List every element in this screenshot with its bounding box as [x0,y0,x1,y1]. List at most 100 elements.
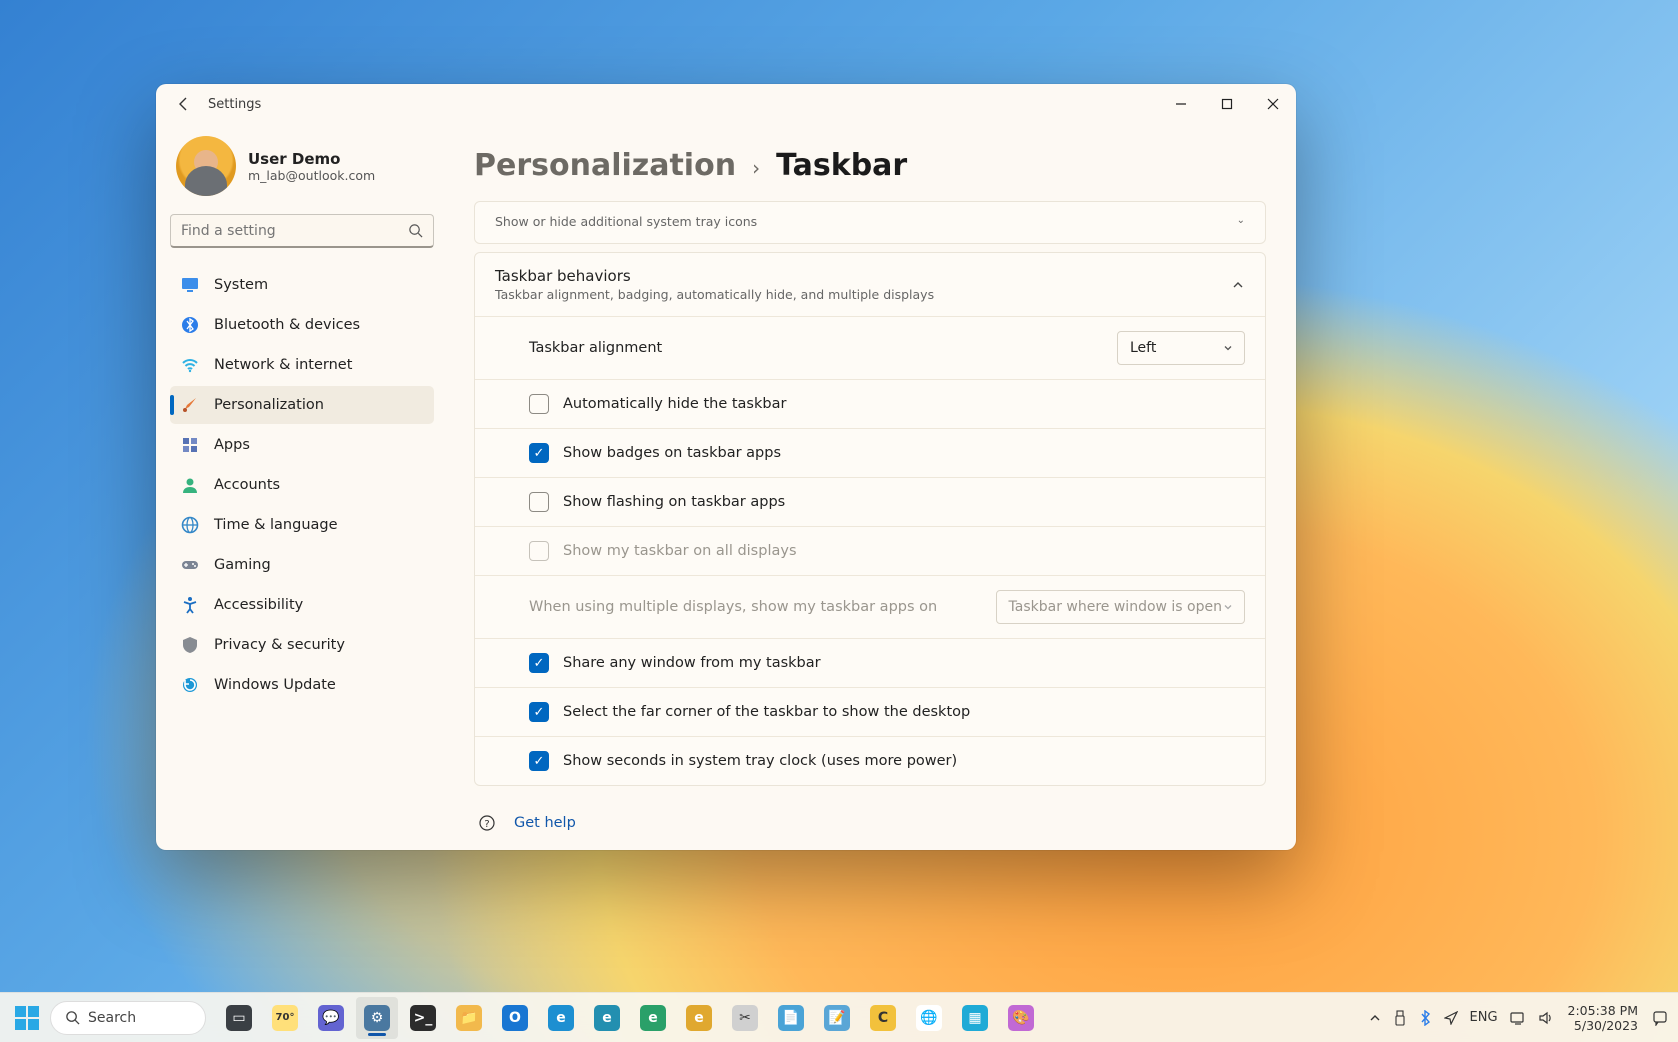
notepad-icon: 📝 [824,1005,850,1031]
outlook-icon: O [502,1005,528,1031]
flashing-label: Show flashing on taskbar apps [563,494,785,510]
gamepad-icon [180,555,200,575]
search-icon [408,223,423,238]
clock-time: 2:05:38 PM [1568,1003,1638,1018]
sidebar-item-label: Accounts [214,477,280,493]
taskbar-app-teams[interactable]: 💬 [310,997,352,1039]
edge-icon: e [548,1005,574,1031]
titlebar: Settings [156,84,1296,124]
system-tray-icons-card[interactable]: Show or hide additional system tray icon… [474,201,1266,244]
shield-icon [180,635,200,655]
account-email: m_lab@outlook.com [248,168,375,183]
breadcrumb-current: Taskbar [776,148,907,183]
account-block[interactable]: User Demo m_lab@outlook.com [170,124,434,214]
network-icon[interactable] [1510,1011,1526,1025]
seconds-checkbox[interactable] [529,751,549,771]
language-indicator[interactable]: ENG [1470,1010,1498,1025]
taskbar-app-edge-dev[interactable]: e [632,997,674,1039]
breadcrumb-parent[interactable]: Personalization [474,148,736,183]
taskbar-app-settings[interactable]: ⚙ [356,997,398,1039]
taskbar-app-edge-canary[interactable]: e [678,997,720,1039]
location-icon[interactable] [1444,1011,1458,1025]
chevron-down-icon [1222,342,1234,354]
taskbar-app-edge[interactable]: e [540,997,582,1039]
auto_hide-row: Automatically hide the taskbar [475,379,1265,428]
chrome-icon: 🌐 [916,1005,942,1031]
sidebar-item-personalization[interactable]: Personalization [170,386,434,424]
sidebar-item-label: Accessibility [214,597,303,613]
badges-row: Show badges on taskbar apps [475,428,1265,477]
apps-icon [180,435,200,455]
far_corner-checkbox[interactable] [529,702,549,722]
sidebar-item-label: Windows Update [214,677,336,693]
flashing-row: Show flashing on taskbar apps [475,477,1265,526]
multi-display-row: When using multiple displays, show my ta… [475,575,1265,638]
brush-icon [180,395,200,415]
flashing-checkbox[interactable] [529,492,549,512]
taskbar-app-paint[interactable]: 🎨 [1000,997,1042,1039]
chevron-right-icon: › [752,156,760,180]
taskbar-app-chrome-canary[interactable]: C [862,997,904,1039]
taskbar-app-outlook[interactable]: O [494,997,536,1039]
all_displays-checkbox [529,541,549,561]
sidebar-item-bluetooth[interactable]: Bluetooth & devices [170,306,434,344]
taskbar-app-task-view[interactable]: ▭ [218,997,260,1039]
tray-overflow[interactable] [1369,1012,1381,1024]
usb-icon[interactable] [1393,1010,1407,1026]
back-button[interactable] [170,90,198,118]
taskbar-app-chrome[interactable]: 🌐 [908,997,950,1039]
search-icon [65,1010,80,1025]
start-button[interactable] [10,1001,44,1035]
taskbar-app-notepad[interactable]: 📝 [816,997,858,1039]
settings-scroll[interactable]: Show or hide additional system tray icon… [474,201,1270,836]
bluetooth-icon[interactable] [1419,1010,1432,1026]
account-name: User Demo [248,150,375,168]
powertoys-icon: ▦ [962,1005,988,1031]
clock-date: 5/30/2023 [1568,1018,1638,1033]
window-title: Settings [208,97,261,112]
badges-label: Show badges on taskbar apps [563,445,781,461]
taskbar-search[interactable]: Search [50,1001,206,1035]
sidebar-item-accounts[interactable]: Accounts [170,466,434,504]
multi-display-label: When using multiple displays, show my ta… [529,599,937,615]
share_window-checkbox[interactable] [529,653,549,673]
taskbar-app-powertoys[interactable]: ▦ [954,997,996,1039]
auto_hide-checkbox[interactable] [529,394,549,414]
sidebar-item-time[interactable]: Time & language [170,506,434,544]
search-label: Search [88,1010,136,1026]
notifications-icon[interactable] [1652,1010,1668,1026]
card-header[interactable]: Taskbar behaviors Taskbar alignment, bad… [475,253,1265,316]
card-title: Taskbar behaviors [495,267,934,285]
wifi-icon [180,355,200,375]
taskbar-app-snipping[interactable]: ✂ [724,997,766,1039]
search-box[interactable] [170,214,434,248]
sidebar-item-update[interactable]: Windows Update [170,666,434,704]
taskbar-app-weather[interactable]: 70° [264,997,306,1039]
search-input[interactable] [181,223,408,239]
edge-canary-icon: e [686,1005,712,1031]
sidebar-item-accessibility[interactable]: Accessibility [170,586,434,624]
taskbar-app-edge-beta[interactable]: e [586,997,628,1039]
nav-list: SystemBluetooth & devicesNetwork & inter… [170,266,434,704]
sidebar-item-apps[interactable]: Apps [170,426,434,464]
taskbar-app-notes[interactable]: 📄 [770,997,812,1039]
taskbar-app-file-explorer[interactable]: 📁 [448,997,490,1039]
sidebar-item-system[interactable]: System [170,266,434,304]
dropdown-value: Taskbar where window is open [1009,599,1222,615]
alignment-dropdown[interactable]: Left [1117,331,1245,365]
taskbar-app-terminal[interactable]: >_ [402,997,444,1039]
maximize-button[interactable] [1204,84,1250,124]
chevron-up-icon [1231,278,1245,292]
sidebar-item-gaming[interactable]: Gaming [170,546,434,584]
sidebar-item-network[interactable]: Network & internet [170,346,434,384]
taskbar-clock[interactable]: 2:05:38 PM 5/30/2023 [1568,1003,1638,1033]
sidebar-item-privacy[interactable]: Privacy & security [170,626,434,664]
get-help-link[interactable]: Get help [514,815,576,831]
taskbar-apps: ▭70°💬⚙>_📁Oeeee✂📄📝C🌐▦🎨 [218,997,1042,1039]
badges-checkbox[interactable] [529,443,549,463]
chevron-down-icon [1222,601,1234,613]
refresh-icon [180,675,200,695]
volume-icon[interactable] [1538,1011,1554,1025]
minimize-button[interactable] [1158,84,1204,124]
close-button[interactable] [1250,84,1296,124]
